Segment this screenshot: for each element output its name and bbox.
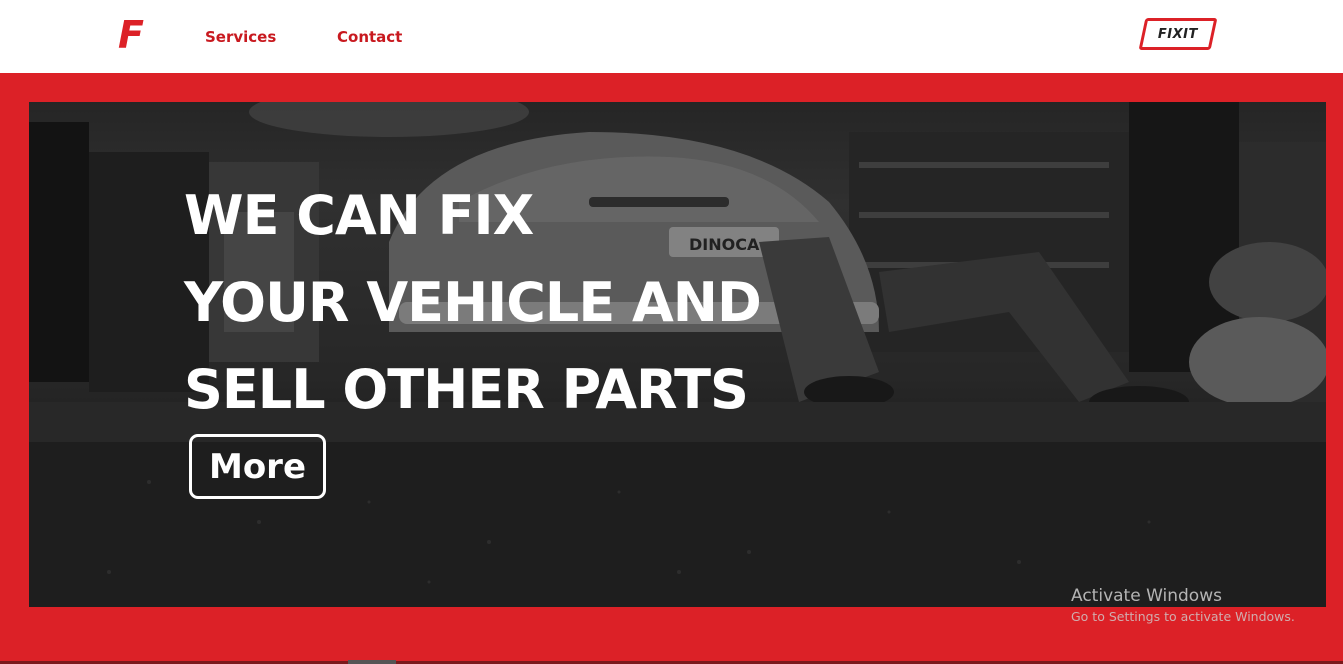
brand-name: FIXIT xyxy=(1158,26,1198,42)
scrollbar-thumb[interactable] xyxy=(348,660,396,664)
top-navbar: F Services Contact FIXIT xyxy=(0,0,1343,73)
watermark-subtitle: Go to Settings to activate Windows. xyxy=(1071,609,1295,624)
logo-icon[interactable]: F xyxy=(118,16,148,54)
headline-line-3: SELL OTHER PARTS xyxy=(184,358,749,421)
headline-line-1: WE CAN FIX xyxy=(184,184,534,247)
nav-link-services[interactable]: Services xyxy=(205,27,276,47)
more-button[interactable]: More xyxy=(189,434,326,499)
brand-logo[interactable]: FIXIT xyxy=(1138,18,1218,50)
hero-banner: DINOCA WE CAN FIX YOUR VEHICLE AND SELL … xyxy=(29,102,1326,607)
hero-headline: WE CAN FIX YOUR VEHICLE AND SELL OTHER P… xyxy=(184,172,762,433)
activate-windows-watermark: Activate Windows Go to Settings to activ… xyxy=(1071,585,1295,627)
headline-line-2: YOUR VEHICLE AND xyxy=(184,271,762,334)
watermark-title: Activate Windows xyxy=(1071,586,1222,606)
nav-link-contact[interactable]: Contact xyxy=(337,27,402,47)
